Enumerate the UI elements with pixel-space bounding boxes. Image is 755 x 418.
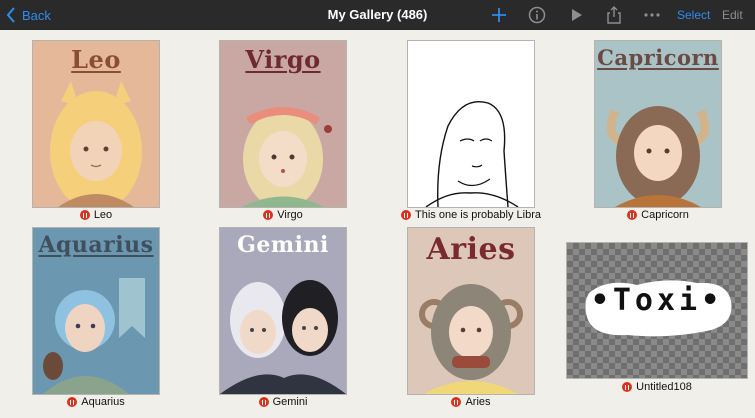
sketch-illustration [425, 101, 519, 207]
artwork-thumbnail[interactable]: Leo [33, 41, 159, 207]
pause-icon [79, 210, 90, 220]
caption-label: Aquarius [81, 396, 125, 408]
back-button[interactable]: Back [6, 6, 51, 24]
edit-button[interactable]: Edit [722, 8, 743, 22]
info-icon[interactable] [527, 5, 547, 25]
caption-label: Aries [465, 396, 491, 408]
pause-icon [67, 397, 78, 407]
back-label: Back [22, 7, 51, 23]
select-button[interactable]: Select [677, 8, 710, 22]
pause-icon [401, 210, 412, 220]
caption-label: Virgo [277, 209, 303, 221]
gallery-caption: This one is probably Libra [386, 209, 556, 221]
chevron-left-icon [6, 7, 15, 23]
gallery-caption: Leo [33, 209, 159, 221]
plus-icon[interactable] [489, 5, 509, 25]
gallery-caption: Aries [408, 396, 534, 408]
gallery-caption: Virgo [220, 209, 346, 221]
card-title: Virgo [245, 45, 321, 74]
pause-icon [263, 210, 274, 220]
gallery-caption: Untitled108 [567, 381, 747, 393]
card-title: Leo [71, 45, 121, 74]
pause-icon [627, 210, 638, 220]
artwork-thumbnail[interactable] [408, 41, 534, 207]
artwork-text: •Toxi• [590, 283, 724, 318]
caption-label: Leo [93, 209, 113, 221]
caption-label: This one is probably Libra [415, 209, 541, 221]
artwork-thumbnail[interactable]: Gemini [220, 228, 346, 394]
card-title: Gemini [237, 232, 329, 258]
gallery-caption: Aquarius [33, 396, 159, 408]
artwork-thumbnail[interactable]: •Toxi• [567, 243, 747, 378]
card-title: Aquarius [38, 232, 154, 258]
artwork-thumbnail[interactable]: Virgo [220, 41, 346, 207]
pause-icon [451, 397, 462, 407]
caption-label: Untitled108 [636, 381, 692, 393]
card-title: Aries [426, 232, 516, 267]
artwork-thumbnail[interactable]: Aries [408, 228, 534, 394]
caption-label: Gemini [272, 396, 308, 408]
pause-icon [258, 397, 269, 407]
gallery-caption: Gemini [220, 396, 346, 408]
top-toolbar: Back My Gallery (486) Select Edit [0, 0, 755, 30]
caption-label: Capricorn [641, 209, 689, 221]
artwork-thumbnail[interactable]: Capricorn [595, 41, 721, 207]
play-icon[interactable] [566, 5, 586, 25]
artwork-thumbnail[interactable]: Aquarius [33, 228, 159, 394]
share-icon[interactable] [604, 5, 624, 25]
card-title: Capricorn [597, 45, 719, 70]
more-icon[interactable] [642, 5, 662, 25]
gallery-caption: Capricorn [595, 209, 721, 221]
pause-icon [622, 382, 633, 392]
